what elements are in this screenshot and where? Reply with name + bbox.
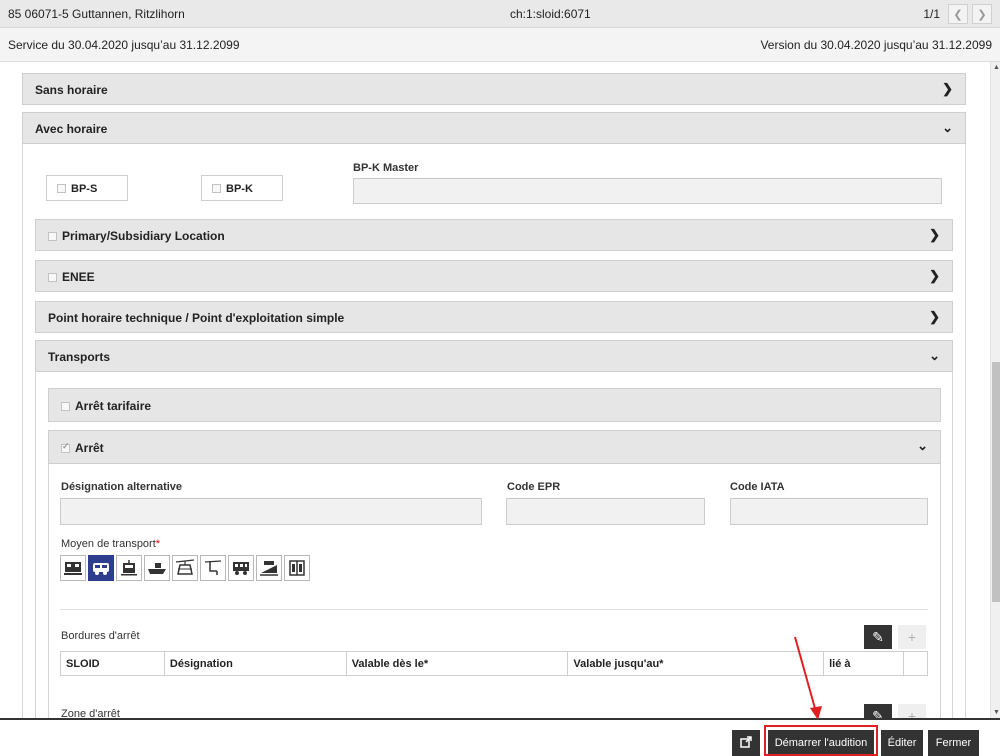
chevron-left-icon: ❮ [953,8,963,21]
panel-point-horaire-label: Point horaire technique / Point d'exploi… [48,311,345,325]
chairlift-icon[interactable] [200,555,226,581]
pencil-icon: ✎ [872,707,884,719]
designation-alternative-label: Désignation alternative [61,481,183,493]
panel-avec-horaire[interactable]: Avec horaire ⌄ [22,112,966,144]
panel-sans-horaire[interactable]: Sans horaire ❯ [22,73,966,105]
moyen-transport-text: Moyen de transport [61,538,156,550]
enee-text: ENEE [62,270,95,284]
bps-label: BP-S [71,183,98,195]
checkbox-icon [57,184,66,193]
checkbox-icon [212,184,221,193]
column-header-designation[interactable]: Désignation [163,651,347,676]
code-iata-field[interactable] [730,498,928,525]
bpk-master-label: BP-K Master [353,162,419,174]
cable-car-icon[interactable] [172,555,198,581]
zone-label: Zone d'arrêt [61,708,120,718]
column-header-lie-a[interactable]: lié à [823,651,904,676]
required-mark: * [155,538,161,550]
chevron-right-icon: ❯ [977,8,987,21]
validity-bar: Service du 30.04.2020 jusqu’au 31.12.209… [0,28,1000,62]
panel-avec-horaire-label: Avec horaire [35,122,108,136]
transport-icon-group [60,555,310,581]
scroll-down-icon[interactable]: ▼ [993,709,1000,716]
chevron-right-icon: ❯ [929,309,940,324]
location-title: 85 06071-5 Guttannen, Ritzlihorn [8,7,185,21]
checkbox-icon[interactable] [48,273,57,282]
checkbox-icon[interactable] [61,402,70,411]
chevron-right-icon: ❯ [929,227,940,242]
bordures-edit-button[interactable]: ✎ [864,625,892,649]
arret-text: Arrêt [75,441,104,455]
train-icon[interactable] [60,555,86,581]
panel-point-horaire[interactable]: Point horaire technique / Point d'exploi… [35,301,953,333]
close-button[interactable]: Fermer [928,730,979,756]
code-iata-label: Code IATA [730,481,785,493]
edit-button[interactable]: Éditer [881,730,923,756]
previous-button[interactable]: ❮ [948,4,968,24]
export-button[interactable] [732,730,760,756]
panel-enee[interactable]: ENEE ❯ [35,260,953,292]
bps-checkbox[interactable]: BP-S [46,175,128,201]
panel-sans-horaire-label: Sans horaire [35,83,108,97]
bordures-label: Bordures d'arrêt [61,630,140,642]
plus-icon: + [907,629,917,645]
table-header-row: SLOID Désignation Valable dès le* Valabl… [60,651,929,676]
pager-count: 1/1 [923,7,940,21]
highlight-box [764,725,878,756]
sloid-label: ch:1:sloid:6071 [510,7,591,21]
panel-arret[interactable]: Arrêt ⌄ [48,430,941,464]
checkbox-icon[interactable] [48,232,57,241]
panel-primary-location[interactable]: Primary/Subsidiary Location ❯ [35,219,953,251]
chevron-down-icon: ⌄ [929,348,940,363]
scrollbar-thumb[interactable] [992,362,1000,602]
pencil-icon: ✎ [872,628,884,645]
bpk-master-field[interactable] [353,178,942,204]
moyen-transport-label: Moyen de transport* [61,538,160,550]
tram-icon[interactable] [116,555,142,581]
chevron-right-icon: ❯ [942,81,953,96]
column-header-valable-des[interactable]: Valable dès le* [345,651,569,676]
scroll-up-icon[interactable]: ▲ [993,64,1000,71]
zone-add-button[interactable]: + [898,704,926,718]
panel-primary-location-label: Primary/Subsidiary Location [48,229,225,243]
panel-enee-label: ENEE [48,270,95,284]
column-header-actions [902,651,929,676]
service-period: Service du 30.04.2020 jusqu’au 31.12.209… [8,38,240,52]
export-icon [740,735,752,751]
bordures-add-button[interactable]: + [898,625,926,649]
arret-tarifaire-text: Arrêt tarifaire [75,399,152,413]
plus-icon: + [907,708,917,718]
checkbox-checked-icon[interactable] [61,441,70,453]
zone-edit-button[interactable]: ✎ [864,704,892,718]
bus-icon[interactable] [88,555,114,581]
bpk-label: BP-K [226,183,253,195]
vertical-scrollbar[interactable]: ▲ ▼ [990,62,1000,718]
panel-arret-tarifaire-label: Arrêt tarifaire [61,399,151,413]
bordures-table: SLOID Désignation Valable dès le* Valabl… [60,651,929,676]
column-header-sloid[interactable]: SLOID [60,651,165,676]
column-header-valable-jusqu[interactable]: Valable jusqu'au* [567,651,825,676]
pager: 1/1 ❮ ❯ [923,4,992,24]
title-bar: 85 06071-5 Guttannen, Ritzlihorn ch:1:sl… [0,0,1000,28]
panel-transports[interactable]: Transports ⌄ [35,340,953,372]
code-epr-field[interactable] [506,498,705,525]
panel-arret-label: Arrêt [61,441,104,455]
section-divider [60,609,928,610]
main-content: Sans horaire ❯ Avec horaire ⌄ BP-S BP-K … [0,62,990,718]
code-epr-label: Code EPR [507,481,561,493]
chevron-right-icon: ❯ [929,268,940,283]
chevron-down-icon: ⌄ [917,438,928,453]
designation-alternative-field[interactable] [60,498,482,525]
rack-railway-icon[interactable] [228,555,254,581]
chevron-down-icon: ⌄ [942,120,953,135]
elevator-icon[interactable] [284,555,310,581]
ship-icon[interactable] [144,555,170,581]
panel-transports-label: Transports [48,350,111,364]
bpk-checkbox[interactable]: BP-K [201,175,283,201]
primary-location-text: Primary/Subsidiary Location [62,229,225,243]
next-button[interactable]: ❯ [972,4,992,24]
funicular-icon[interactable] [256,555,282,581]
panel-arret-tarifaire[interactable]: Arrêt tarifaire [48,388,941,422]
version-period: Version du 30.04.2020 jusqu’au 31.12.209… [760,38,992,52]
